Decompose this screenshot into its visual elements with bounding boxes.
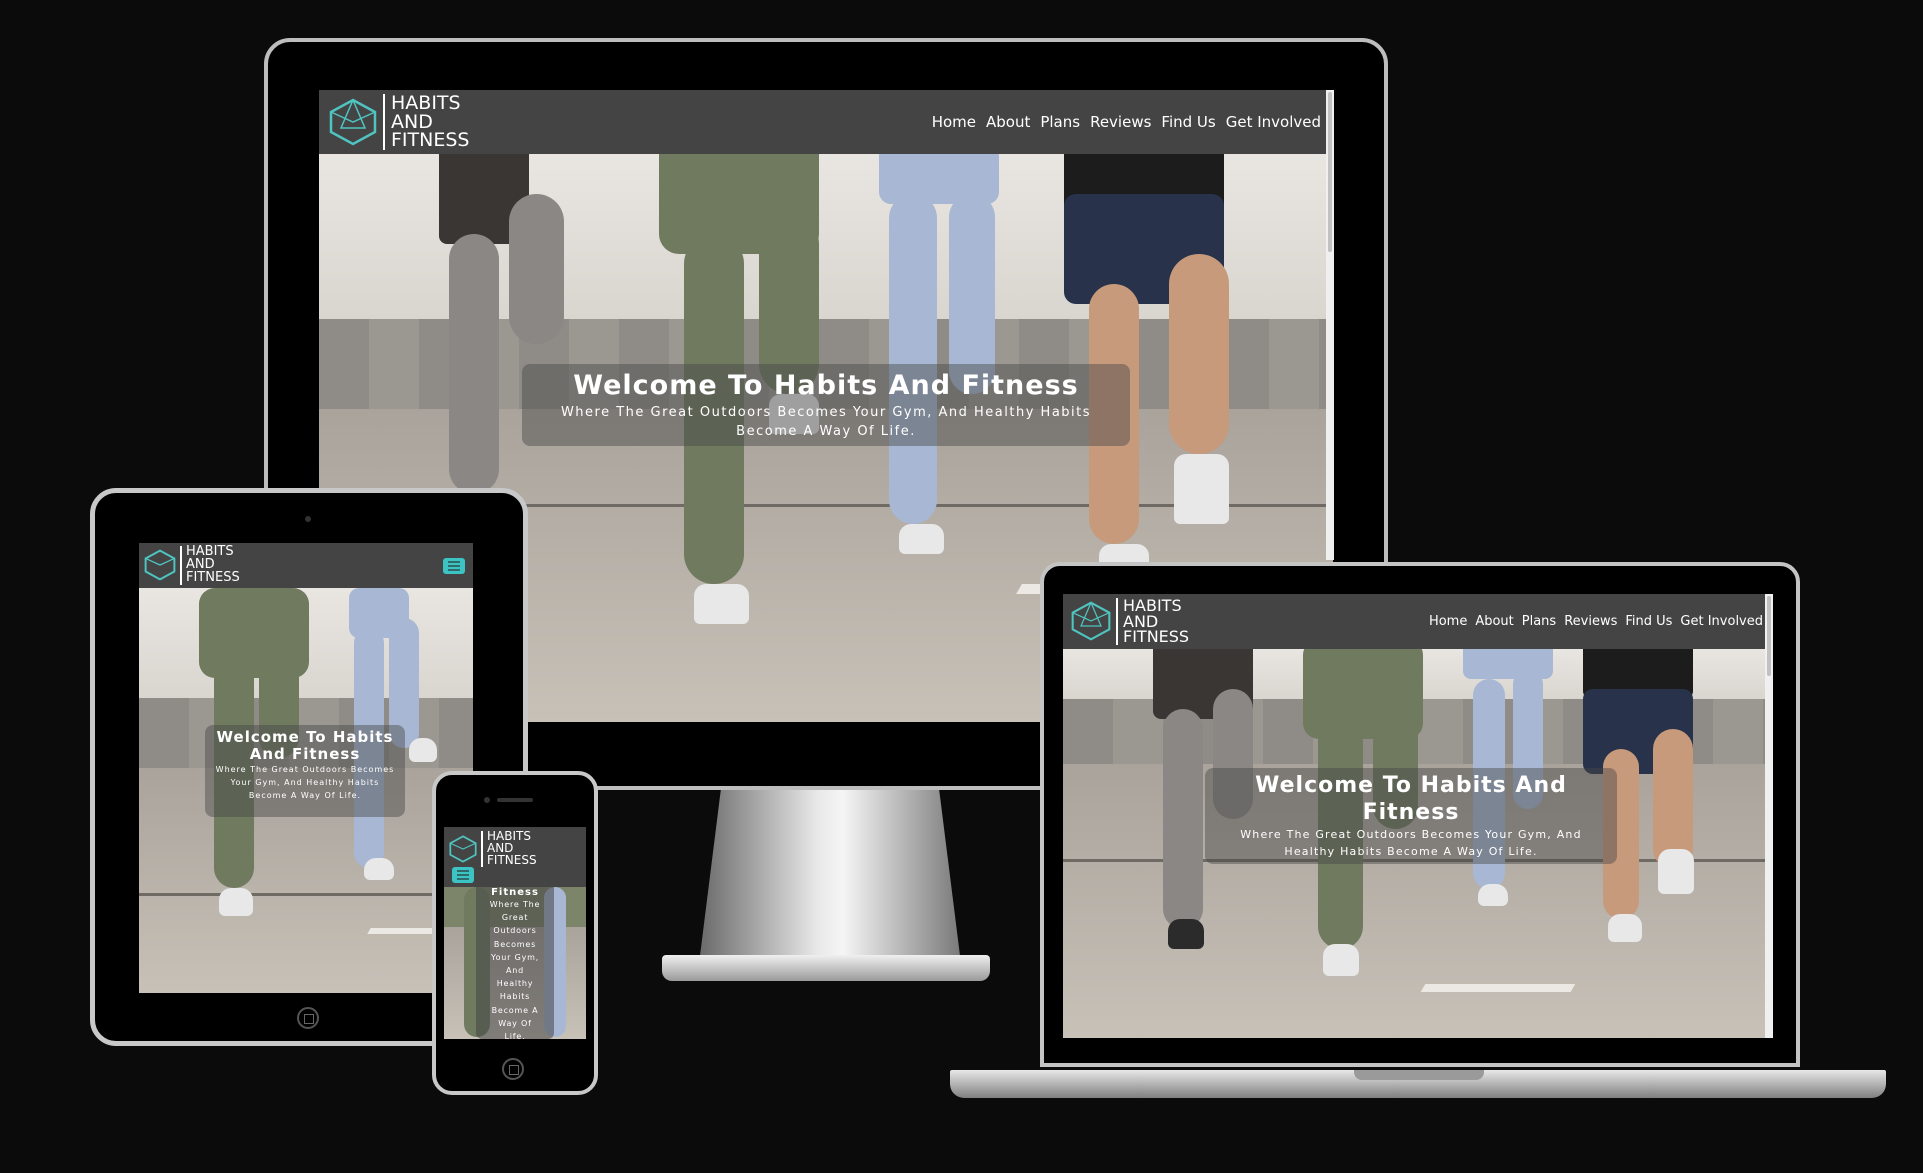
nav-link-find-us[interactable]: Find Us (1625, 614, 1672, 629)
nav-link-find-us[interactable]: Find Us (1161, 113, 1215, 131)
logo-line: FITNESS (391, 129, 470, 152)
hero-subtitle: Where The Great Outdoors Becomes Your Gy… (215, 765, 395, 800)
nav-menu: Home About Plans Reviews Find Us Get Inv… (932, 113, 1321, 131)
nav-link-about[interactable]: About (1475, 614, 1513, 629)
logo-wordmark: HABITS AND FITNESS (1116, 598, 1189, 645)
logo-line: FITNESS (487, 852, 537, 867)
logo-line: FITNESS (186, 569, 240, 585)
tablet-camera (305, 516, 311, 522)
nav-menu: Home About Plans Reviews Find Us Get Inv… (1429, 614, 1763, 629)
logo-wordmark: HABITS AND FITNESS (383, 94, 469, 150)
hero-subtitle-line: And (505, 966, 525, 976)
site-logo[interactable]: HABITS AND FITNESS (327, 94, 469, 150)
hero-subtitle-line: Way Of (498, 1018, 532, 1028)
hero-subtitle-line: Outdoors (493, 926, 537, 936)
hero-subtitle-line: Where The (489, 900, 541, 909)
nav-link-reviews[interactable]: Reviews (1090, 113, 1151, 131)
polyhedron-logo-icon (329, 98, 377, 146)
site-navbar: HABITS AND FITNESS (139, 543, 473, 588)
hero-subtitle: Where The Great Outdoors Becomes Your Gy… (479, 898, 551, 1039)
polyhedron-logo-icon (1071, 601, 1111, 642)
nav-link-home[interactable]: Home (1429, 614, 1467, 629)
phone-camera (484, 797, 490, 803)
hero-banner: Welcome To Habits And Fitness Where The … (205, 725, 405, 817)
nav-link-reviews[interactable]: Reviews (1564, 614, 1617, 629)
laptop-scroll-thumb[interactable] (1767, 596, 1771, 676)
polyhedron-logo-icon (449, 835, 477, 863)
hero-subtitle-line: Become A (491, 1005, 539, 1015)
nav-link-plans[interactable]: Plans (1522, 614, 1556, 629)
hero-subtitle: Where The Great Outdoors Becomes Your Gy… (560, 405, 1092, 439)
tablet-screen: HABITS AND FITNESS Welcome To Habits And… (139, 543, 473, 993)
hamburger-menu-icon[interactable] (443, 557, 465, 574)
monitor-stand (700, 790, 960, 956)
laptop-screen: HABITS AND FITNESS Home About Plans Revi… (1063, 594, 1773, 1038)
nav-link-plans[interactable]: Plans (1040, 113, 1080, 131)
home-button-icon (297, 1007, 319, 1029)
logo-wordmark: HABITS AND FITNESS (180, 546, 240, 585)
hero-banner: Welcome To Habits And Fitness Where The … (1205, 768, 1617, 864)
site-navbar: HABITS AND FITNESS Home About Plans Revi… (1063, 594, 1773, 649)
hero-subtitle-line: Healthy (496, 979, 534, 989)
phone-speaker (497, 798, 533, 802)
hamburger-menu-icon[interactable] (452, 866, 474, 883)
hero-title: Fitness (491, 887, 539, 898)
monitor-stand-base (662, 955, 990, 981)
nav-link-home[interactable]: Home (932, 113, 976, 131)
hero-title: Welcome To Habits And Fitness (216, 728, 394, 763)
nav-link-get-involved[interactable]: Get Involved (1680, 614, 1763, 629)
hero-subtitle-line: Habits (499, 992, 531, 1002)
logo-line: FITNESS (1123, 627, 1190, 647)
logo-wordmark: HABITS AND FITNESS (481, 831, 537, 867)
nav-link-about[interactable]: About (986, 113, 1030, 131)
laptop-scrollbar[interactable] (1765, 594, 1773, 1038)
hero-subtitle-line: Great (501, 913, 529, 923)
hero-subtitle-line: Becomes (493, 939, 537, 949)
site-navbar: HABITS AND FITNESS (444, 827, 586, 887)
hero-title: Welcome To Habits And Fitness (573, 370, 1079, 401)
nav-link-get-involved[interactable]: Get Involved (1226, 113, 1321, 131)
site-logo[interactable]: HABITS AND FITNESS (143, 546, 240, 585)
site-navbar: HABITS AND FITNESS Home About Plans Revi… (319, 90, 1333, 154)
desktop-scroll-thumb[interactable] (1328, 92, 1332, 252)
home-button-icon (502, 1058, 524, 1080)
hero-subtitle: Where The Great Outdoors Becomes Your Gy… (1240, 828, 1582, 858)
desktop-scrollbar[interactable] (1326, 90, 1334, 560)
laptop-notch (1354, 1070, 1484, 1080)
phone-screen: HABITS AND FITNESS Fitness Where The Gre… (444, 827, 586, 1039)
site-logo[interactable]: HABITS AND FITNESS (448, 831, 537, 867)
hero-banner: Welcome To Habits And Fitness Where The … (522, 364, 1130, 446)
hero-subtitle-line: Life. (504, 1032, 526, 1039)
hero-title: Welcome To Habits And Fitness (1255, 773, 1567, 825)
polyhedron-logo-icon (144, 549, 176, 581)
hero-banner: Fitness Where The Great Outdoors Becomes… (476, 887, 554, 1039)
hero-subtitle-line: Your Gym, (490, 952, 540, 962)
logo-line: HABITS (391, 92, 461, 115)
site-logo[interactable]: HABITS AND FITNESS (1069, 598, 1189, 645)
